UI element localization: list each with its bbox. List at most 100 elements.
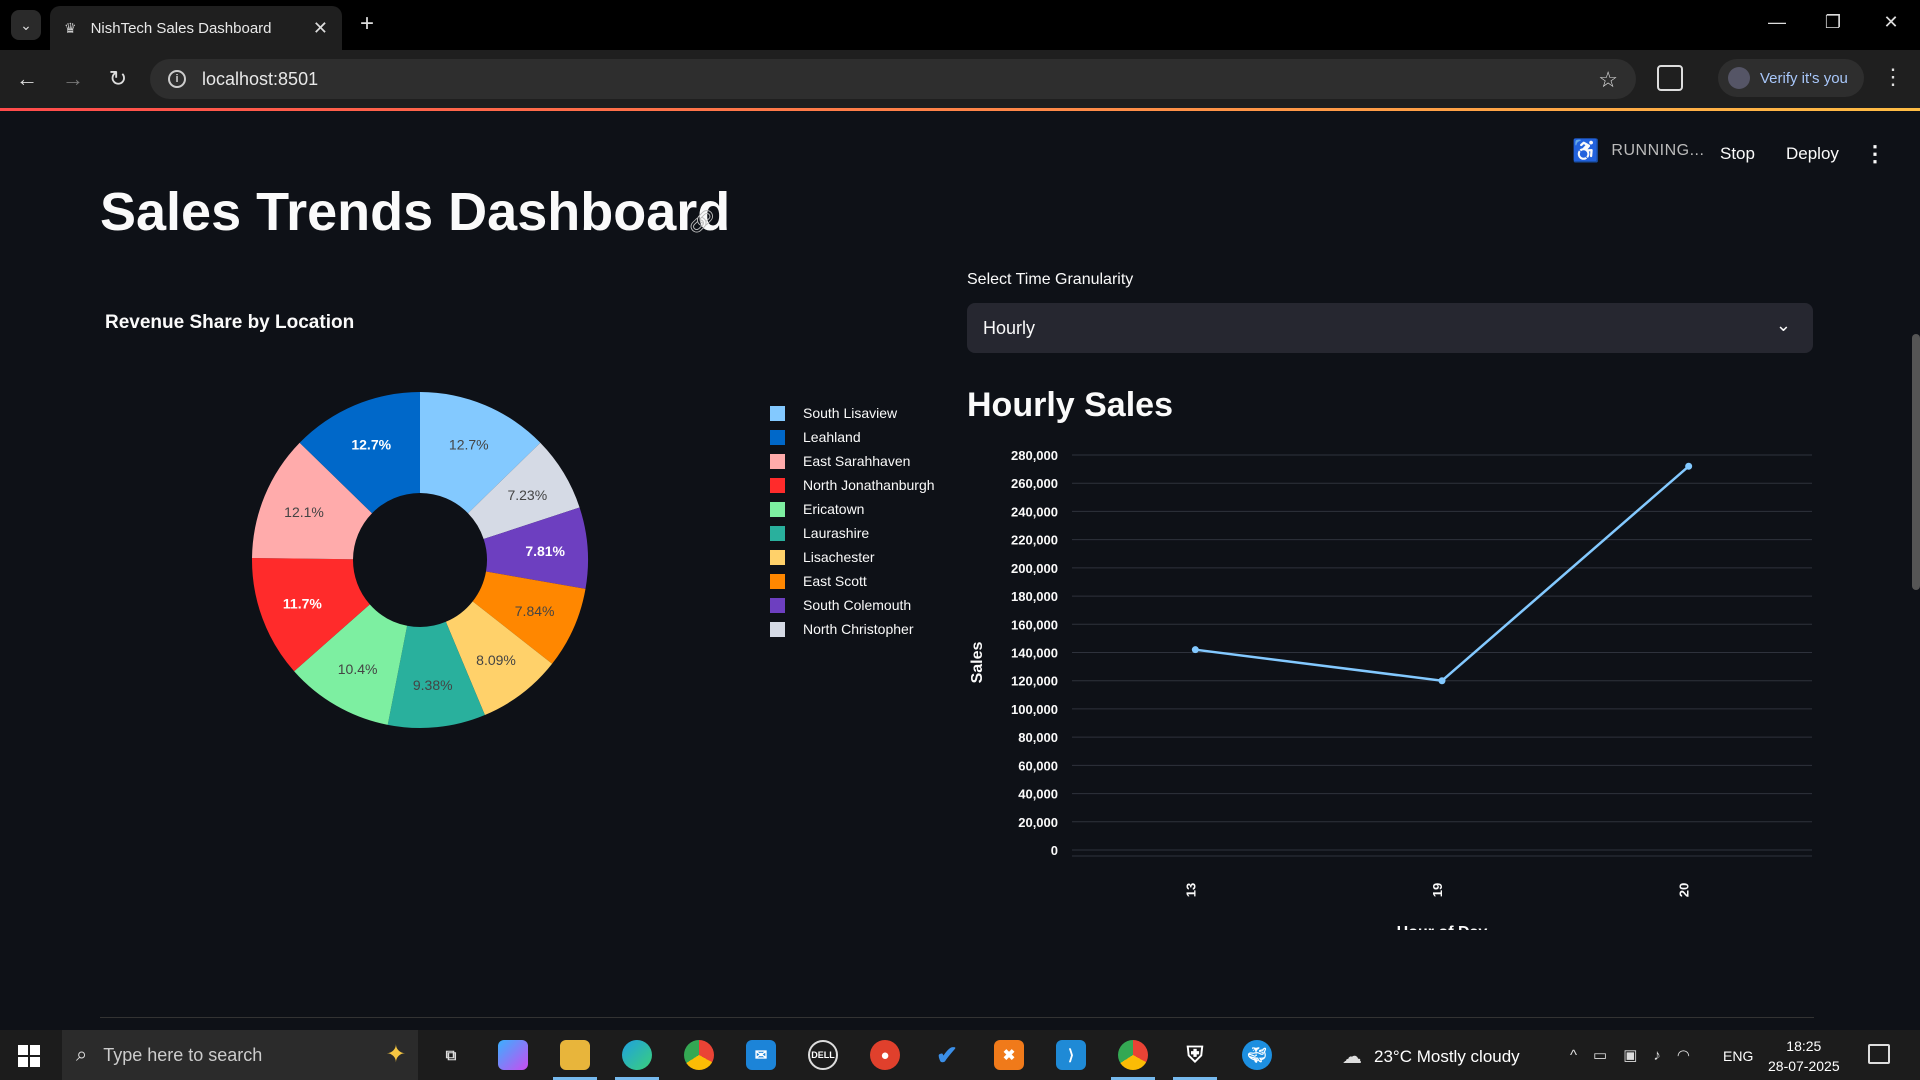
legend-swatch xyxy=(770,525,785,541)
address-bar[interactable]: i localhost:8501 ☆ xyxy=(150,59,1636,99)
tab-search-menu-button[interactable]: ⌄ xyxy=(11,10,41,40)
legend-label: North Jonathanburgh xyxy=(803,477,935,493)
back-icon[interactable]: ← xyxy=(12,66,42,92)
y-tick-label: 40,000 xyxy=(1018,787,1058,802)
page-scrollbar[interactable] xyxy=(1912,334,1920,590)
chrome-icon[interactable] xyxy=(684,1040,714,1070)
data-point[interactable] xyxy=(1191,646,1199,654)
windows-start-icon[interactable] xyxy=(18,1045,40,1067)
extensions-icon[interactable] xyxy=(1657,65,1683,91)
close-tab-icon[interactable]: ✕ xyxy=(313,18,328,39)
language-indicator[interactable]: ENG xyxy=(1723,1048,1753,1064)
reload-icon[interactable]: ↻ xyxy=(103,66,133,92)
windows-taskbar: ⌕ Type here to search ✦ ⧉ ✉ DELL ● ✔ ✖ ⟩… xyxy=(0,1030,1920,1080)
bookmark-star-icon[interactable]: ☆ xyxy=(1598,67,1618,93)
x-tick-label: 13 xyxy=(1183,883,1198,897)
running-man-icon: ♿ xyxy=(1572,138,1600,163)
legend-label: Lisachester xyxy=(803,549,875,565)
x-tick-label: 20 xyxy=(1677,883,1692,897)
close-window-button[interactable]: ✕ xyxy=(1876,12,1906,33)
site-info-icon[interactable]: i xyxy=(168,70,186,88)
legend-item[interactable]: South Lisaview xyxy=(770,401,935,425)
browser-toolbar: ← → ↻ i localhost:8501 ☆ xyxy=(0,50,1920,108)
y-tick-label: 240,000 xyxy=(1011,504,1058,519)
legend-item[interactable]: South Colemouth xyxy=(770,593,935,617)
legend-item[interactable]: Leahland xyxy=(770,425,935,449)
legend-label: North Christopher xyxy=(803,621,914,637)
volume-icon[interactable]: ♪ xyxy=(1653,1047,1661,1064)
edge-icon[interactable] xyxy=(622,1040,652,1070)
hourly-sales-line-chart[interactable]: 0 20,000 40,000 60,000 80,000 100,000 120,000 1… xyxy=(960,330,1820,930)
meet-icon[interactable]: ▣ xyxy=(1623,1046,1637,1064)
data-point[interactable] xyxy=(1685,462,1693,470)
legend-swatch xyxy=(770,597,785,613)
copilot-icon[interactable] xyxy=(498,1040,528,1070)
app-menu-icon[interactable]: ⋮ xyxy=(1864,141,1886,167)
granularity-label: Select Time Granularity xyxy=(967,271,1134,288)
system-tray[interactable]: ^ ▭ ▣ ♪ ◠ xyxy=(1570,1046,1690,1065)
y-tick-label: 280,000 xyxy=(1011,448,1058,463)
xampp-icon[interactable]: ✖ xyxy=(994,1040,1024,1070)
docker-icon[interactable]: 🐳︎ xyxy=(1242,1040,1272,1070)
minimize-button[interactable]: — xyxy=(1762,12,1792,33)
legend-swatch xyxy=(770,429,785,445)
clock-time: 18:25 xyxy=(1786,1038,1822,1054)
browser-tab[interactable]: ♛ NishTech Sales Dashboard ✕ xyxy=(50,6,342,50)
x-axis-label: Hour of Day xyxy=(1397,924,1488,930)
clock[interactable]: 18:25 28-07-2025 xyxy=(1768,1036,1840,1076)
vscode-icon[interactable]: ⟩ xyxy=(1056,1040,1086,1070)
legend-label: South Lisaview xyxy=(803,405,898,421)
security-shield-icon[interactable]: ⛨ xyxy=(1180,1040,1210,1070)
browser-tab-bar: ⌄ ♛ NishTech Sales Dashboard ✕ + — ❐ ✕ xyxy=(0,0,1920,50)
y-tick-label: 60,000 xyxy=(1018,758,1058,773)
file-explorer-icon[interactable] xyxy=(560,1040,590,1070)
avatar xyxy=(1728,67,1750,89)
chrome-active-icon[interactable] xyxy=(1118,1040,1148,1070)
recorder-icon[interactable]: ● xyxy=(870,1040,900,1070)
profile-verify-button[interactable]: Verify it's you xyxy=(1718,59,1864,97)
dell-icon[interactable]: DELL xyxy=(808,1040,838,1070)
pie-slice-label: 12.1% xyxy=(284,504,324,520)
y-axis-label: Sales xyxy=(969,641,986,683)
battery-icon[interactable]: ▭ xyxy=(1593,1046,1607,1064)
legend-item[interactable]: East Sarahhaven xyxy=(770,449,935,473)
y-tick-label: 0 xyxy=(1051,843,1058,858)
legend-swatch xyxy=(770,501,785,517)
taskbar-search[interactable]: ⌕ Type here to search ✦ xyxy=(62,1030,418,1080)
legend-item[interactable]: Ericatown xyxy=(770,497,935,521)
legend-item[interactable]: East Scott xyxy=(770,569,935,593)
weather-widget[interactable]: ☁ 23°C Mostly cloudy xyxy=(1342,1044,1520,1069)
task-view-icon[interactable]: ⧉ xyxy=(436,1040,466,1070)
new-tab-button[interactable]: + xyxy=(352,10,382,38)
stop-button[interactable]: Stop xyxy=(1720,144,1755,164)
data-point[interactable] xyxy=(1438,677,1446,685)
forward-icon[interactable]: → xyxy=(58,66,88,92)
pie-slice-label: 10.4% xyxy=(338,661,378,677)
pie-slice-label: 7.81% xyxy=(525,543,565,559)
deploy-button[interactable]: Deploy xyxy=(1786,144,1839,164)
browser-menu-icon[interactable]: ⋮ xyxy=(1882,64,1904,90)
mail-icon[interactable]: ✉ xyxy=(746,1040,776,1070)
legend-item[interactable]: North Jonathanburgh xyxy=(770,473,935,497)
revenue-donut-chart[interactable]: 12.7% 7.23% 7.81% 7.84% 8.09% 9.38% 10.4% 11.7%… xyxy=(230,370,590,730)
y-tick-label: 200,000 xyxy=(1011,561,1058,576)
legend-label: East Sarahhaven xyxy=(803,453,911,469)
wifi-icon[interactable]: ◠ xyxy=(1677,1046,1690,1064)
sparkle-icon[interactable]: ✦ xyxy=(386,1040,406,1069)
divider xyxy=(100,1017,1814,1018)
legend-item[interactable]: Lisachester xyxy=(770,545,935,569)
y-tick-label: 100,000 xyxy=(1011,702,1058,717)
legend-swatch xyxy=(770,477,785,493)
pie-slice-label: 9.38% xyxy=(413,677,453,693)
legend-item[interactable]: North Christopher xyxy=(770,617,935,641)
todo-icon[interactable]: ✔ xyxy=(932,1040,962,1070)
pie-slice-label: 7.84% xyxy=(515,603,555,619)
legend-swatch xyxy=(770,549,785,565)
legend-label: East Scott xyxy=(803,573,867,589)
restore-button[interactable]: ❐ xyxy=(1818,12,1848,33)
url-text: localhost:8501 xyxy=(202,68,319,89)
notification-icon[interactable] xyxy=(1868,1044,1890,1064)
anchor-link-icon[interactable]: 🔗︎ xyxy=(688,209,716,235)
chevron-up-icon[interactable]: ^ xyxy=(1570,1047,1577,1064)
legend-item[interactable]: Laurashire xyxy=(770,521,935,545)
